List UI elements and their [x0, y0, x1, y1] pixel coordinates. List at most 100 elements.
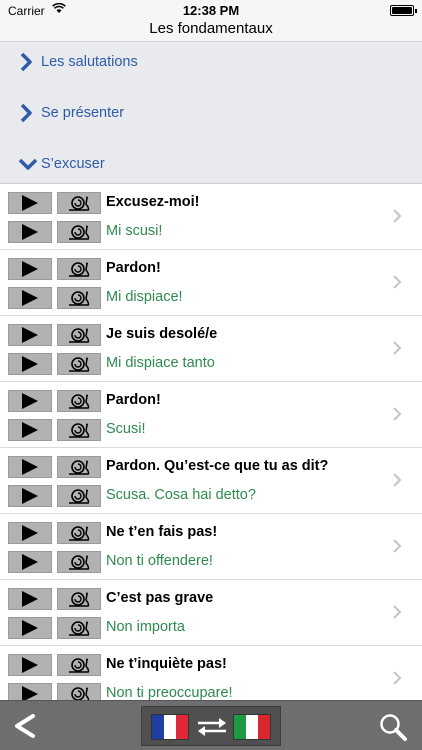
category-list: Les salutations Se présenter S’excuser [0, 42, 422, 184]
italian-translation: Mi dispiace tanto [106, 355, 215, 371]
french-phrase: Pardon! [106, 392, 161, 408]
play-icon [21, 290, 39, 306]
snail-icon [68, 290, 90, 306]
chevron-down-icon [18, 154, 38, 174]
chevron-right-icon[interactable] [392, 208, 402, 224]
phrase-list[interactable]: Excusez-moi! Mi scusi! Pardon! Mi dispiace!… [0, 184, 422, 700]
italian-flag-icon [233, 714, 271, 740]
category-item-se-presenter[interactable]: Se présenter [0, 95, 422, 131]
play-icon [21, 195, 39, 211]
play-italian-slow-button[interactable] [57, 353, 101, 375]
snail-icon [68, 422, 90, 438]
french-flag-icon [151, 714, 189, 740]
play-italian-button[interactable] [8, 551, 52, 573]
category-item-s-excuser[interactable]: S’excuser [0, 146, 422, 182]
chevron-right-icon[interactable] [392, 670, 402, 686]
phrase-row[interactable]: Pardon. Qu’est-ce que tu as dit? Scusa. C… [0, 448, 422, 514]
phrase-row[interactable]: Pardon! Mi dispiace! [0, 250, 422, 316]
snail-icon [68, 591, 90, 607]
italian-translation: Mi scusi! [106, 223, 163, 239]
snail-icon [68, 488, 90, 504]
chevron-right-icon[interactable] [392, 274, 402, 290]
snail-icon [68, 657, 90, 673]
play-icon [21, 525, 39, 541]
chevron-right-icon [18, 52, 34, 72]
play-icon [21, 393, 39, 409]
play-french-button[interactable] [8, 654, 52, 676]
phrase-row[interactable]: Ne t’en fais pas! Non ti offendere! [0, 514, 422, 580]
play-icon [21, 261, 39, 277]
play-icon [21, 224, 39, 240]
play-french-button[interactable] [8, 258, 52, 280]
play-french-slow-button[interactable] [57, 258, 101, 280]
page-title: Les fondamentaux [149, 20, 273, 37]
play-italian-slow-button[interactable] [57, 287, 101, 309]
play-italian-slow-button[interactable] [57, 617, 101, 639]
phrase-row[interactable]: Excusez-moi! Mi scusi! [0, 184, 422, 250]
play-italian-slow-button[interactable] [57, 683, 101, 700]
phrase-row[interactable]: Je suis desolé/e Mi dispiace tanto [0, 316, 422, 382]
snail-icon [68, 261, 90, 277]
french-phrase: Excusez-moi! [106, 194, 200, 210]
play-italian-button[interactable] [8, 617, 52, 639]
play-icon [21, 459, 39, 475]
french-phrase: Pardon. Qu’est-ce que tu as dit? [106, 458, 329, 474]
phrase-row[interactable]: Pardon! Scusi! [0, 382, 422, 448]
play-french-slow-button[interactable] [57, 390, 101, 412]
play-french-button[interactable] [8, 324, 52, 346]
phrase-row[interactable]: C’est pas grave Non importa [0, 580, 422, 646]
french-phrase: Ne t’inquiète pas! [106, 656, 227, 672]
play-icon [21, 327, 39, 343]
play-italian-button[interactable] [8, 683, 52, 700]
play-icon [21, 620, 39, 636]
play-french-button[interactable] [8, 522, 52, 544]
play-italian-button[interactable] [8, 287, 52, 309]
play-italian-slow-button[interactable] [57, 485, 101, 507]
snail-icon [68, 620, 90, 636]
snail-icon [68, 356, 90, 372]
italian-translation: Mi dispiace! [106, 289, 183, 305]
snail-icon [68, 459, 90, 475]
language-switch-button[interactable] [141, 706, 281, 746]
category-item-salutations[interactable]: Les salutations [0, 44, 422, 80]
play-italian-button[interactable] [8, 353, 52, 375]
chevron-right-icon[interactable] [392, 406, 402, 422]
back-chevron-icon[interactable] [12, 712, 38, 740]
play-french-button[interactable] [8, 192, 52, 214]
play-italian-button[interactable] [8, 221, 52, 243]
italian-translation: Scusa. Cosa hai detto? [106, 487, 256, 503]
french-phrase: C’est pas grave [106, 590, 214, 606]
italian-translation: Non ti preoccupare! [106, 685, 233, 700]
play-italian-button[interactable] [8, 419, 52, 441]
play-french-slow-button[interactable] [57, 588, 101, 610]
snail-icon [68, 525, 90, 541]
snail-icon [68, 393, 90, 409]
play-icon [21, 554, 39, 570]
play-french-slow-button[interactable] [57, 192, 101, 214]
snail-icon [68, 195, 90, 211]
play-french-slow-button[interactable] [57, 522, 101, 544]
swap-arrows-icon [195, 716, 229, 738]
phrase-row[interactable]: Ne t’inquiète pas! Non ti preoccupare! [0, 646, 422, 700]
play-french-button[interactable] [8, 456, 52, 478]
play-icon [21, 686, 39, 700]
play-italian-slow-button[interactable] [57, 551, 101, 573]
chevron-right-icon[interactable] [392, 538, 402, 554]
play-italian-button[interactable] [8, 485, 52, 507]
french-phrase: Je suis desolé/e [106, 326, 218, 342]
play-french-slow-button[interactable] [57, 654, 101, 676]
chevron-right-icon[interactable] [392, 604, 402, 620]
play-french-slow-button[interactable] [57, 456, 101, 478]
snail-icon [68, 554, 90, 570]
chevron-right-icon[interactable] [392, 340, 402, 356]
snail-icon [68, 686, 90, 700]
play-italian-slow-button[interactable] [57, 419, 101, 441]
french-phrase: Ne t’en fais pas! [106, 524, 218, 540]
category-label: Les salutations [41, 54, 138, 70]
play-french-button[interactable] [8, 390, 52, 412]
chevron-right-icon[interactable] [392, 472, 402, 488]
play-french-button[interactable] [8, 588, 52, 610]
search-icon[interactable] [378, 712, 408, 742]
play-italian-slow-button[interactable] [57, 221, 101, 243]
play-french-slow-button[interactable] [57, 324, 101, 346]
